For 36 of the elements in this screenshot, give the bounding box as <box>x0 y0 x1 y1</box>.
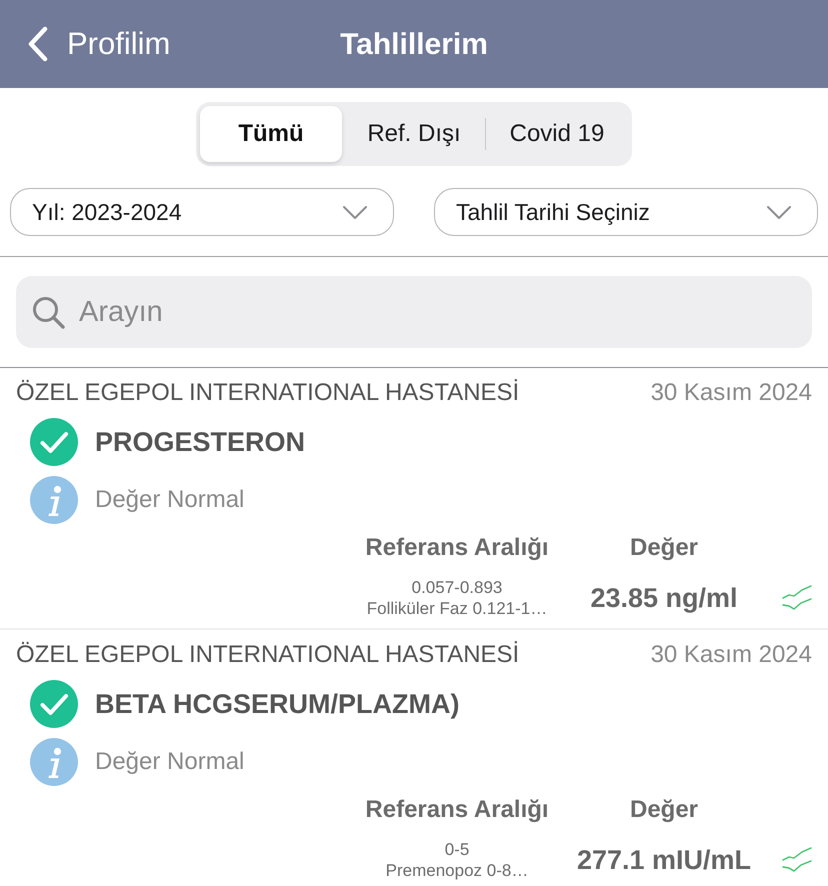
search-field[interactable]: Arayın <box>16 276 812 348</box>
segment-tab[interactable]: Covid 19 <box>486 106 628 162</box>
chevron-down-icon <box>767 206 791 218</box>
search-icon <box>32 296 65 329</box>
segment-tab[interactable]: Ref. Dışı <box>343 106 485 162</box>
filter-dropdown[interactable]: Yıl: 2023-2024 <box>10 188 394 236</box>
test-name: PROGESTERON <box>95 426 306 459</box>
column-header: Referans Aralığı <box>365 533 549 563</box>
trend-lines-icon[interactable] <box>782 847 812 873</box>
status-text: Değer Normal <box>95 747 244 777</box>
trend-lines-icon[interactable] <box>782 585 812 611</box>
nav-title: Tahlillerim <box>340 26 488 62</box>
chevron-down-icon <box>343 206 367 218</box>
reference-range-text: 0-5 <box>444 839 470 860</box>
result-date: 30 Kasım 2024 <box>650 640 812 670</box>
back-button[interactable]: Profilim <box>0 20 170 68</box>
reference-range-text: 0.057-0.893 <box>412 577 502 598</box>
test-name: BETA HCGSERUM/PLAZMA) <box>95 688 460 721</box>
back-chevron-icon <box>27 26 49 62</box>
reference-range-text: Premenopoz 0-8… <box>386 860 528 881</box>
hospital-name: ÖZEL EGEPOL INTERNATIONAL HASTANESİ <box>16 640 520 670</box>
info-icon <box>30 738 78 786</box>
status-text: Değer Normal <box>95 485 244 515</box>
segment-tab[interactable]: Tümü <box>200 106 342 162</box>
check-circle-icon <box>30 418 78 466</box>
column-header: Değer <box>630 533 698 563</box>
column-header: Değer <box>630 795 698 825</box>
result-value: 23.85 ng/ml <box>590 582 738 615</box>
info-icon <box>30 476 78 524</box>
result-value: 277.1 mIU/mL <box>576 844 752 877</box>
check-circle-icon <box>30 680 78 728</box>
filter-dropdown[interactable]: Tahlil Tarihi Seçiniz <box>434 188 818 236</box>
result-date: 30 Kasım 2024 <box>650 378 812 408</box>
reference-range-text: Folliküler Faz 0.121-1… <box>366 598 548 619</box>
column-header: Referans Aralığı <box>365 795 549 825</box>
hospital-name: ÖZEL EGEPOL INTERNATIONAL HASTANESİ <box>16 378 520 408</box>
